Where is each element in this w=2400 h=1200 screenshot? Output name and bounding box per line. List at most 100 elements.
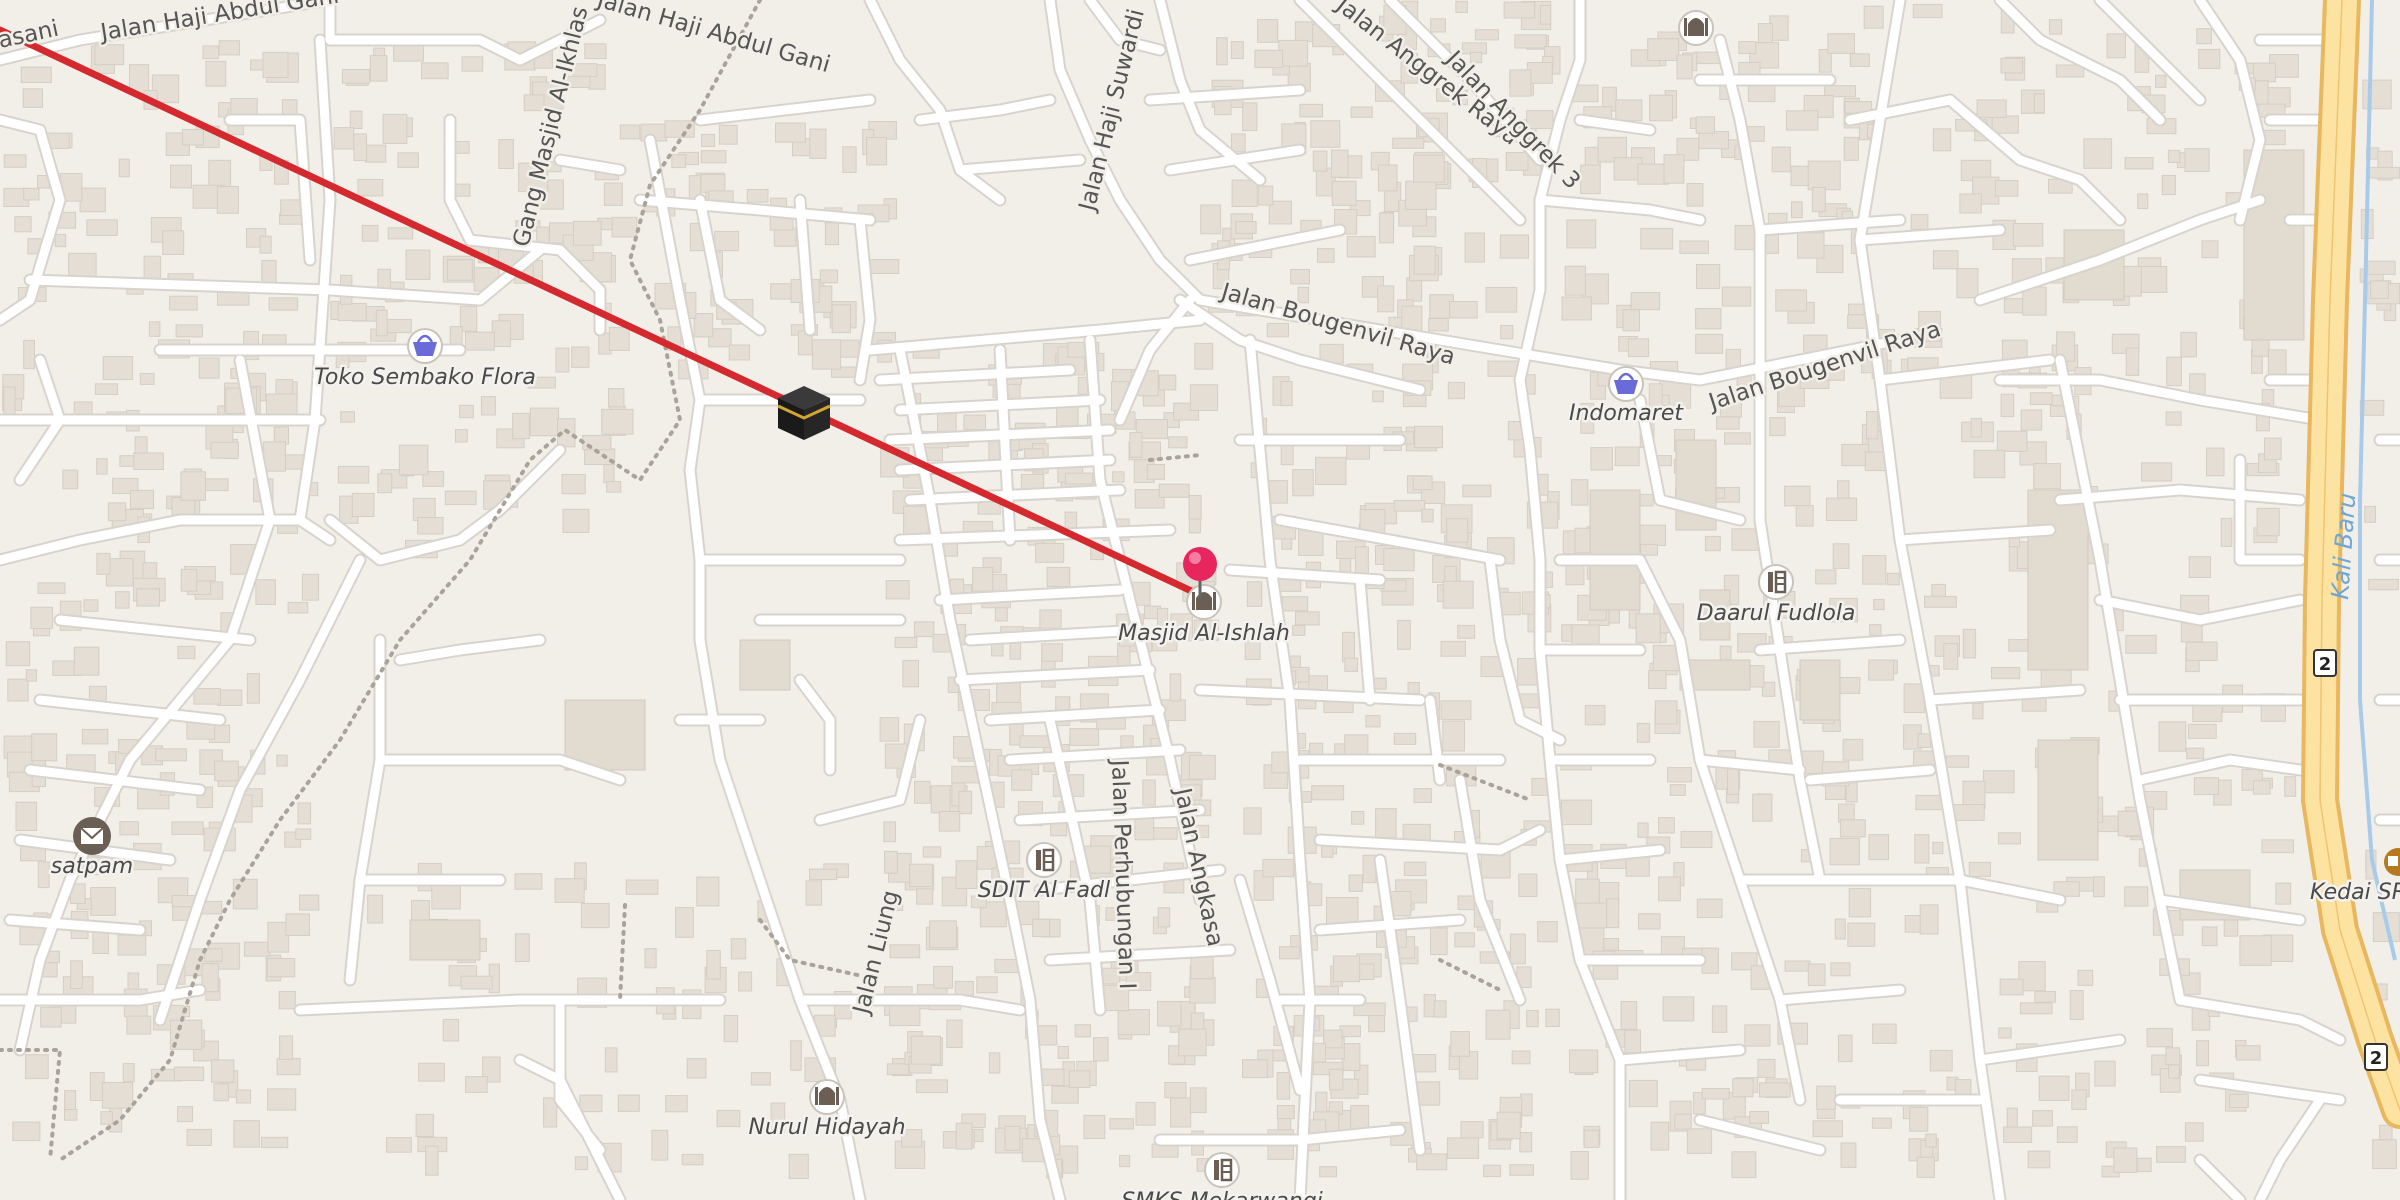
building — [1566, 219, 1597, 249]
building — [988, 1052, 1001, 1074]
building — [902, 659, 919, 688]
building — [1696, 264, 1721, 290]
building — [480, 396, 496, 416]
building — [1807, 160, 1841, 191]
building — [1962, 628, 1977, 659]
building — [1849, 53, 1870, 67]
building — [1243, 807, 1262, 835]
building — [693, 313, 714, 338]
building — [1449, 301, 1478, 319]
building — [1242, 1059, 1268, 1079]
map-canvas[interactable]: asani Jalan Haji Abdul Gani Jalan Haji A… — [0, 0, 2400, 1200]
building — [886, 1063, 910, 1076]
building — [340, 411, 356, 423]
building — [671, 154, 687, 169]
building — [1719, 645, 1732, 662]
poi-label: Toko Sembako Flora — [314, 365, 536, 390]
building — [604, 1047, 618, 1073]
building — [1757, 23, 1773, 44]
building — [2196, 1040, 2209, 1067]
building — [1695, 116, 1715, 134]
building — [686, 1058, 707, 1079]
building — [608, 388, 625, 408]
building — [1565, 565, 1585, 586]
building — [255, 579, 276, 605]
building — [2093, 876, 2105, 898]
building — [133, 452, 164, 470]
building — [2372, 1139, 2397, 1169]
poi-mosque-top[interactable] — [1678, 10, 1714, 46]
building — [529, 407, 560, 437]
building — [554, 878, 585, 903]
building — [1738, 41, 1757, 55]
building — [2000, 393, 2015, 418]
building — [950, 578, 965, 595]
building — [2188, 556, 2211, 579]
building — [1959, 193, 1982, 214]
building — [2198, 48, 2221, 69]
building — [204, 478, 229, 492]
building — [262, 51, 289, 78]
building — [261, 259, 277, 285]
building — [2201, 240, 2219, 259]
building — [459, 305, 478, 332]
building — [218, 40, 241, 56]
building — [287, 601, 309, 614]
building — [746, 189, 769, 203]
building — [382, 113, 408, 145]
building — [2168, 1062, 2180, 1079]
building — [2368, 578, 2399, 591]
building — [446, 259, 473, 281]
building — [1637, 822, 1649, 838]
building — [1784, 960, 1811, 972]
building — [301, 573, 320, 601]
building — [1510, 933, 1526, 965]
building — [929, 920, 957, 949]
building — [208, 159, 232, 188]
building — [714, 230, 740, 252]
building — [933, 965, 954, 989]
building — [118, 158, 130, 178]
building — [1317, 248, 1335, 263]
building — [1832, 543, 1850, 569]
building — [337, 465, 370, 484]
building — [2284, 776, 2297, 797]
building — [129, 489, 154, 510]
building — [1039, 609, 1062, 629]
building — [2033, 93, 2045, 114]
building — [811, 339, 842, 370]
building — [1413, 245, 1436, 275]
building — [884, 850, 898, 874]
building — [2106, 33, 2127, 59]
building — [1464, 232, 1485, 263]
building — [842, 146, 857, 174]
building — [181, 129, 204, 146]
building — [465, 331, 495, 351]
building — [409, 919, 481, 961]
building — [461, 56, 484, 72]
building — [1695, 333, 1724, 354]
building — [584, 43, 607, 60]
svg-text:2: 2 — [2319, 654, 2332, 675]
building — [1035, 542, 1065, 563]
building — [421, 62, 449, 80]
building — [267, 1088, 297, 1111]
building — [611, 216, 638, 238]
building — [1485, 1009, 1511, 1040]
building — [1648, 670, 1667, 690]
building — [1290, 269, 1310, 285]
building — [739, 639, 791, 691]
building — [922, 846, 942, 858]
building — [805, 880, 823, 906]
building — [357, 178, 384, 197]
building — [1647, 38, 1680, 61]
building — [115, 591, 130, 609]
building — [268, 297, 299, 311]
building — [738, 971, 753, 992]
building — [148, 321, 161, 337]
building — [126, 1015, 152, 1035]
building — [580, 902, 610, 929]
building — [295, 828, 312, 840]
building — [2069, 990, 2084, 1020]
building — [1230, 133, 1246, 153]
